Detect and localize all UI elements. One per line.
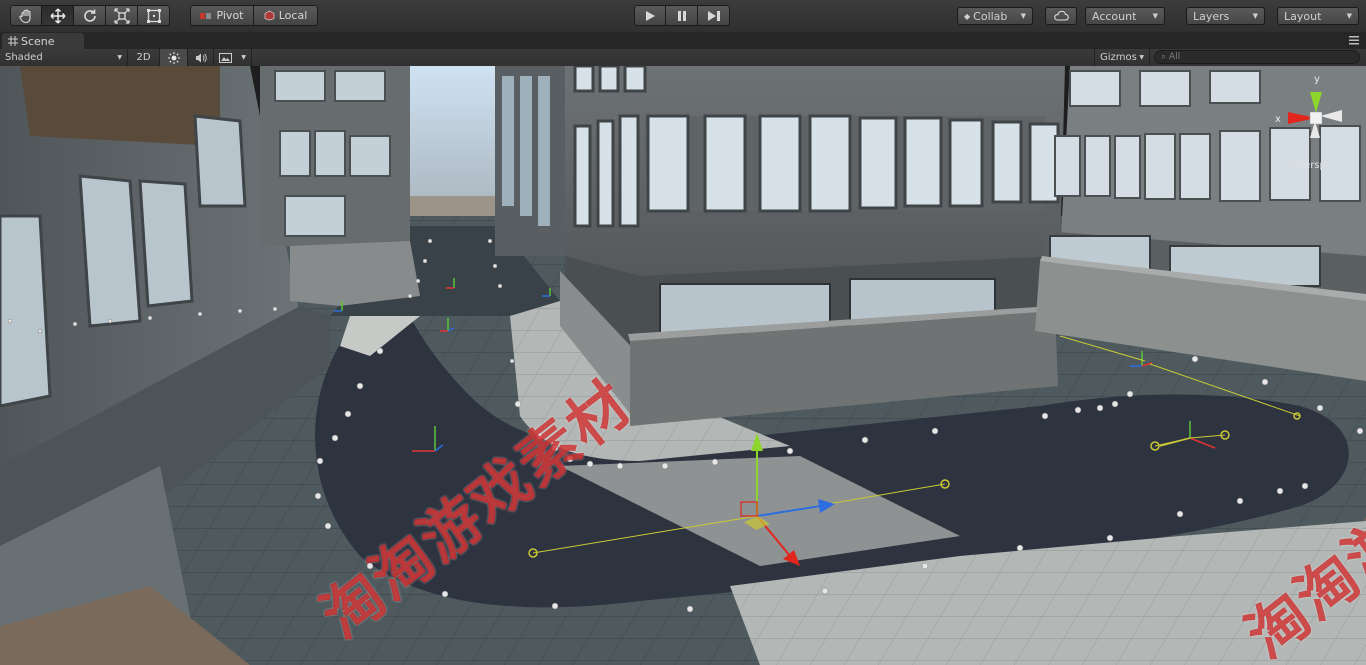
lighting-toggle[interactable] (160, 49, 188, 66)
hand-tool-button[interactable] (10, 5, 42, 26)
chevron-down-icon: ▼ (1139, 54, 1144, 61)
chevron-down-icon: ▼ (241, 54, 246, 61)
2d-toggle[interactable]: 2D (128, 49, 160, 66)
orientation-gizmo[interactable]: y x (1270, 66, 1360, 158)
chevron-down-icon: ▼ (1020, 12, 1026, 20)
effects-dropdown[interactable]: ▼ (214, 49, 252, 66)
local-cube-icon (264, 10, 275, 21)
play-button[interactable] (634, 5, 666, 26)
y-axis-cone[interactable] (1310, 92, 1322, 113)
transform-tools (10, 5, 170, 26)
shading-mode-dropdown[interactable]: Shaded ▼ (0, 49, 128, 66)
rect-transform-icon (146, 8, 161, 23)
shading-mode-label: Shaded (5, 52, 43, 63)
persp-label: Persp (1298, 160, 1326, 171)
pivot-icon (200, 12, 212, 19)
pause-button[interactable] (666, 5, 698, 26)
play-icon (646, 10, 655, 21)
projection-toggle[interactable]: ⊲Persp (1290, 160, 1326, 171)
playback-controls (634, 5, 730, 26)
gizmo-center-cube[interactable] (1309, 111, 1323, 125)
scene-search-input[interactable]: ⌕ All (1154, 50, 1360, 64)
cloud-button[interactable] (1045, 7, 1077, 25)
local-toggle[interactable]: Local (254, 5, 318, 26)
chevron-down-icon: ▼ (1252, 12, 1258, 20)
chevron-down-icon: ▼ (1152, 12, 1158, 20)
pivot-group: Pivot Local (190, 5, 318, 26)
panel-menu-icon[interactable] (1348, 34, 1360, 46)
pivot-toggle[interactable]: Pivot (190, 5, 254, 26)
image-effects-icon (219, 52, 232, 63)
collab-label: Collab (973, 9, 1008, 23)
rect-tool-button[interactable] (138, 5, 170, 26)
chevron-down-icon: ▼ (1346, 12, 1352, 20)
axis-y-label: y (1314, 74, 1320, 85)
chevron-down-icon: ▼ (117, 54, 122, 61)
scene-view-toolbar: Shaded ▼ 2D ▼ Gizmos ▼ ⌕ All (0, 49, 1366, 67)
account-label: Account (1092, 9, 1137, 23)
scale-tool-button[interactable] (106, 5, 138, 26)
rotate-icon (83, 9, 96, 22)
neg-x-axis-cone[interactable] (1320, 110, 1342, 122)
pause-icon (677, 10, 686, 21)
grid-icon (8, 36, 18, 46)
scene-render (0, 66, 1366, 665)
scene-tab-bar: Scene (0, 32, 1366, 49)
layers-dropdown[interactable]: Layers ▼ (1186, 7, 1265, 25)
layout-dropdown[interactable]: Layout ▼ (1277, 7, 1359, 25)
step-icon (707, 10, 720, 21)
search-icon: ⌕ (1161, 52, 1167, 62)
move-tool-button[interactable] (42, 5, 74, 26)
scene-viewport[interactable]: y x ⊲Persp 淘淘游戏素材 淘淘游戏素材 (0, 66, 1366, 665)
gizmos-dropdown[interactable]: Gizmos ▼ (1094, 49, 1150, 66)
sun-icon (167, 51, 180, 64)
axis-x-label: x (1275, 114, 1281, 125)
layers-label: Layers (1193, 9, 1230, 23)
speaker-icon (195, 53, 207, 62)
2d-label: 2D (136, 52, 151, 63)
step-button[interactable] (698, 5, 730, 26)
move-icon (50, 8, 65, 23)
rotate-tool-button[interactable] (74, 5, 106, 26)
main-toolbar: Pivot Local ◆ Collab ▼ Account ▼ Layers … (0, 0, 1366, 33)
tab-scene-label: Scene (21, 34, 55, 48)
local-label: Local (278, 9, 308, 22)
tab-scene[interactable]: Scene (2, 33, 84, 49)
account-dropdown[interactable]: Account ▼ (1085, 7, 1165, 25)
cloud-icon (1054, 11, 1069, 21)
audio-toggle[interactable] (188, 49, 214, 66)
collab-icon: ◆ (964, 11, 971, 21)
hand-icon (19, 8, 31, 23)
pivot-label: Pivot (216, 9, 244, 22)
layout-label: Layout (1284, 9, 1322, 23)
gizmos-label: Gizmos (1100, 52, 1137, 63)
search-placeholder: All (1169, 52, 1181, 62)
collab-dropdown[interactable]: ◆ Collab ▼ (957, 7, 1033, 25)
scale-icon (113, 7, 130, 24)
